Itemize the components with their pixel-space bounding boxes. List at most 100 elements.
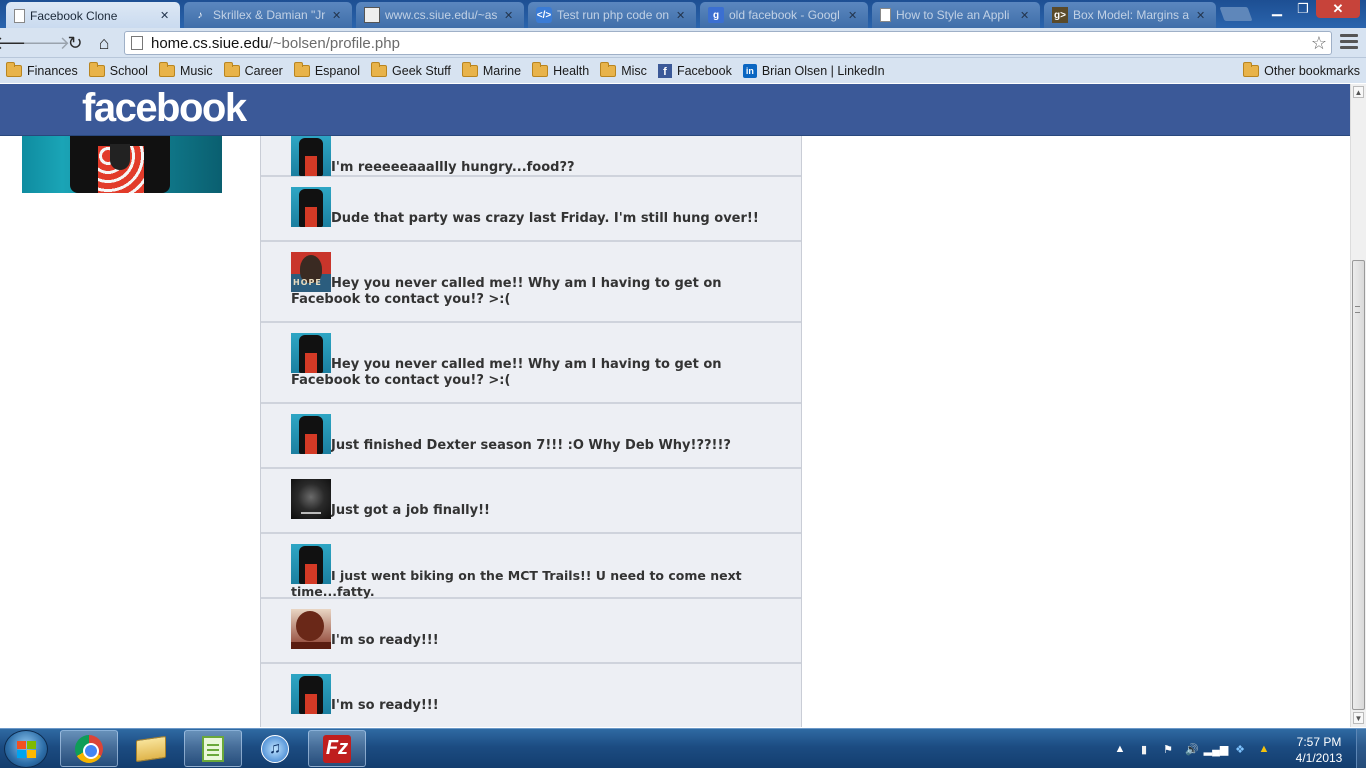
menu-icon[interactable] — [1340, 34, 1358, 52]
feed-post: I'm so ready!!! — [261, 664, 801, 727]
volume-icon[interactable]: 🔊 — [1184, 741, 1200, 757]
bookmark-label: Other bookmarks — [1264, 63, 1360, 78]
minimize-icon[interactable]: ▁ — [1264, 0, 1290, 18]
folder-icon — [461, 61, 478, 77]
bookmark-espanol[interactable]: Espanol — [293, 61, 361, 78]
home-icon[interactable]: ⌂ — [92, 31, 116, 55]
bookmark-marine[interactable]: Marine — [461, 61, 521, 78]
bookmark-label: Finances — [27, 63, 78, 78]
tab-style-app[interactable]: How to Style an Appli ✕ — [872, 2, 1040, 28]
news-feed: I'm reeeeeaaallly hungry...food?? Dude t… — [260, 136, 802, 727]
bookmark-label: Career — [244, 63, 283, 78]
tab-box-model[interactable]: g> Box Model: Margins a ✕ — [1044, 2, 1216, 28]
bookmark-geek-stuff[interactable]: Geek Stuff — [371, 61, 451, 78]
scroll-down-icon[interactable]: ▼ — [1353, 712, 1364, 724]
close-tab-icon[interactable]: ✕ — [1196, 9, 1208, 22]
taskbar-itunes[interactable]: ♫ — [246, 730, 304, 767]
forward-arrow-icon[interactable]: 🡒 — [22, 31, 70, 55]
taskbar-explorer[interactable] — [122, 730, 180, 767]
close-tab-icon[interactable]: ✕ — [504, 9, 516, 22]
taskbar-chrome[interactable] — [60, 730, 118, 767]
feed-post: I just went biking on the MCT Trails!! U… — [261, 534, 801, 599]
bookmark-finances[interactable]: Finances — [6, 61, 78, 78]
user-avatar[interactable] — [291, 252, 331, 292]
url-path: /~bolsen/profile.php — [268, 34, 400, 52]
system-tray: ▲ ▮ ⚑ 🔊 ▂▄▆ ❖ ▲ — [1112, 729, 1280, 768]
facebook-logo[interactable]: facebook — [82, 86, 247, 131]
close-tab-icon[interactable]: ✕ — [160, 9, 172, 22]
tab-facebook-clone[interactable]: Facebook Clone ✕ — [6, 2, 180, 29]
close-tab-icon[interactable]: ✕ — [332, 9, 344, 22]
facebook-icon: f — [657, 63, 672, 78]
taskbar-notepad-plus-plus[interactable] — [184, 730, 242, 767]
user-avatar[interactable] — [291, 609, 331, 649]
action-center-flag-icon[interactable]: ⚑ — [1160, 741, 1176, 757]
device-icon[interactable]: ▮ — [1136, 741, 1152, 757]
taskbar-filezilla[interactable]: Fz — [308, 730, 366, 767]
bookmark-linkedin[interactable]: in Brian Olsen | LinkedIn — [742, 63, 885, 78]
bookmark-label: Espanol — [314, 63, 361, 78]
address-bar[interactable]: home.cs.siue.edu /~bolsen/profile.php ☆ — [124, 31, 1332, 55]
restore-icon[interactable]: ❐ — [1290, 0, 1316, 18]
bookmark-health[interactable]: Health — [532, 61, 589, 78]
user-avatar[interactable] — [291, 136, 331, 176]
user-avatar[interactable] — [291, 187, 331, 227]
url-host: home.cs.siue.edu — [151, 34, 269, 52]
bookmark-star-icon[interactable]: ☆ — [1311, 33, 1327, 54]
bookmark-label: Brian Olsen | LinkedIn — [761, 63, 885, 78]
tab-skrillex[interactable]: ♪ Skrillex & Damian "Jr ✕ — [184, 2, 352, 28]
tab-siue[interactable]: www.cs.siue.edu/~as ✕ — [356, 2, 524, 28]
tab-php-run[interactable]: </> Test run php code on ✕ — [528, 2, 696, 28]
system-clock[interactable]: 7:57 PM 4/1/2013 — [1284, 734, 1354, 766]
music-icon: ♪ — [197, 9, 203, 21]
explorer-icon — [136, 735, 166, 762]
itunes-icon: ♫ — [261, 734, 289, 763]
google-drive-icon[interactable]: ▲ — [1256, 741, 1272, 757]
bookmark-school[interactable]: School — [88, 61, 148, 78]
scrollbar-thumb[interactable] — [1352, 260, 1365, 710]
network-signal-icon[interactable]: ▂▄▆ — [1204, 741, 1229, 757]
show-desktop-button[interactable] — [1356, 729, 1366, 768]
tab-google-search[interactable]: g old facebook - Googl ✕ — [700, 2, 868, 28]
close-window-icon[interactable]: ✕ — [1316, 0, 1360, 18]
window-controls: ▁ ❐ ✕ — [1264, 0, 1360, 18]
tab-title: Box Model: Margins a — [1073, 8, 1190, 22]
bookmark-career[interactable]: Career — [223, 61, 283, 78]
bookmarks-bar: Finances School Music Career Espanol Gee… — [0, 58, 1366, 83]
new-tab-button[interactable] — [1219, 7, 1253, 21]
bookmark-label: Geek Stuff — [392, 63, 451, 78]
user-avatar[interactable] — [291, 479, 331, 519]
reload-icon[interactable]: ↻ — [63, 31, 87, 55]
user-avatar[interactable] — [291, 544, 331, 584]
post-text: Just got a job finally!! — [331, 503, 490, 518]
user-avatar[interactable] — [291, 333, 331, 373]
close-tab-icon[interactable]: ✕ — [1020, 9, 1032, 22]
chrome-icon — [75, 734, 103, 763]
folder-icon — [1243, 61, 1260, 77]
show-hidden-icons-icon[interactable]: ▲ — [1112, 741, 1128, 757]
bookmark-label: Facebook — [676, 63, 732, 78]
dropbox-icon[interactable]: ❖ — [1232, 741, 1248, 757]
page-icon — [14, 8, 25, 23]
feed-post: Just finished Dexter season 7!!! :O Why … — [261, 404, 801, 469]
notepad-plus-plus-icon — [202, 735, 224, 762]
bookmark-music[interactable]: Music — [158, 61, 213, 78]
code-icon: </> — [536, 7, 552, 23]
bookmark-label: Music — [179, 63, 213, 78]
bookmark-facebook[interactable]: f Facebook — [657, 63, 732, 78]
feed-post: Hey you never called me!! Why am I havin… — [261, 323, 801, 404]
tab-title: Facebook Clone — [30, 8, 118, 23]
user-avatar[interactable] — [291, 414, 331, 454]
vertical-scrollbar[interactable]: ▲ ▼ — [1350, 84, 1366, 727]
start-button[interactable] — [4, 730, 48, 768]
tab-title: old facebook - Googl — [729, 8, 840, 22]
user-avatar[interactable] — [291, 674, 331, 714]
bookmark-misc[interactable]: Misc — [600, 61, 647, 78]
page-viewport: I'm reeeeeaaallly hungry...food?? Dude t… — [0, 84, 1350, 727]
folder-icon — [6, 61, 22, 77]
profile-photo[interactable] — [22, 136, 222, 193]
close-tab-icon[interactable]: ✕ — [676, 9, 688, 22]
scroll-up-icon[interactable]: ▲ — [1353, 86, 1364, 98]
close-tab-icon[interactable]: ✕ — [848, 9, 860, 22]
other-bookmarks[interactable]: Other bookmarks — [1243, 61, 1360, 78]
